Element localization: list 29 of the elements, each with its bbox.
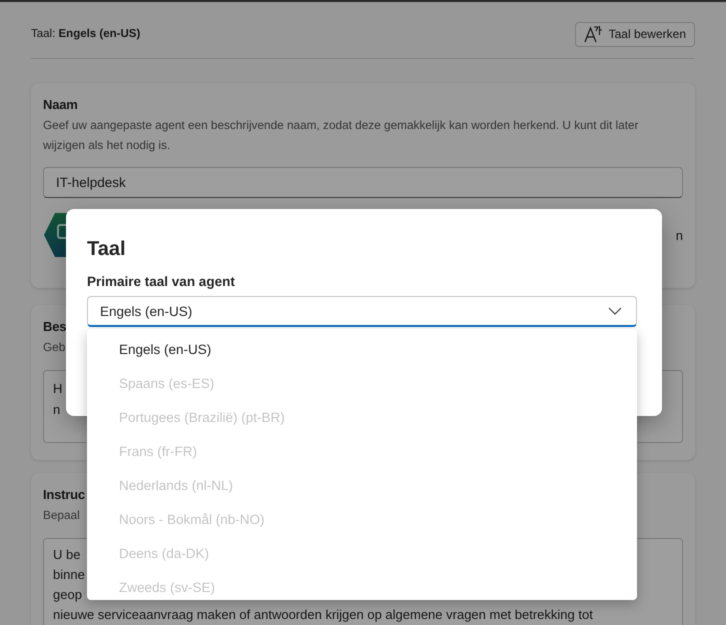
- section-description: Geb: [43, 339, 66, 356]
- text-line: H: [53, 380, 62, 398]
- field-label: Primaire taal van agent: [87, 273, 236, 291]
- edit-language-button[interactable]: Taal bewerken: [574, 22, 695, 46]
- language-label: Taal: Engels (en-US): [31, 28, 140, 40]
- dropdown-option: Nederlands (nl-NL): [87, 469, 637, 503]
- text-line: U be: [53, 546, 80, 564]
- section-description: Geef uw aangepaste agent een beschrijvende naam, zodat deze gemakkelijk kan worden herkend. U kunt dit later wijzigen als het nodig is.: [43, 117, 640, 154]
- dropdown-option: Noors - Bokmål (nb-NO): [87, 503, 637, 537]
- section-title: Naam: [43, 96, 78, 114]
- section-description: Bepaal: [43, 507, 80, 524]
- section-title: Bes: [43, 318, 66, 336]
- section-title: Instruc: [43, 486, 85, 504]
- text-line: geop: [53, 586, 82, 604]
- text-line: binne: [53, 566, 85, 584]
- dialog-title: Taal: [87, 237, 127, 262]
- dropdown-option: Deens (da-DK): [87, 537, 637, 571]
- language-dropdown[interactable]: Engels (en-US): [87, 296, 637, 327]
- dropdown-option[interactable]: Engels (en-US): [87, 333, 637, 367]
- translate-icon: [584, 25, 604, 43]
- text-line: nieuwe serviceaanvraag maken of antwoorden krijgen op algemene vragen met betrekking tot: [53, 606, 593, 624]
- text-line: n: [53, 400, 60, 418]
- dropdown-option: Spaans (es-ES): [87, 367, 637, 401]
- dropdown-option: Frans (fr-FR): [87, 435, 637, 469]
- link-text: n: [676, 228, 683, 242]
- name-field[interactable]: IT-helpdesk: [43, 167, 683, 198]
- dropdown-option: Portugees (Brazilië) (pt-BR): [87, 401, 637, 435]
- chevron-down-icon: [608, 307, 622, 315]
- dropdown-option: Zweeds (sv-SE): [87, 571, 637, 600]
